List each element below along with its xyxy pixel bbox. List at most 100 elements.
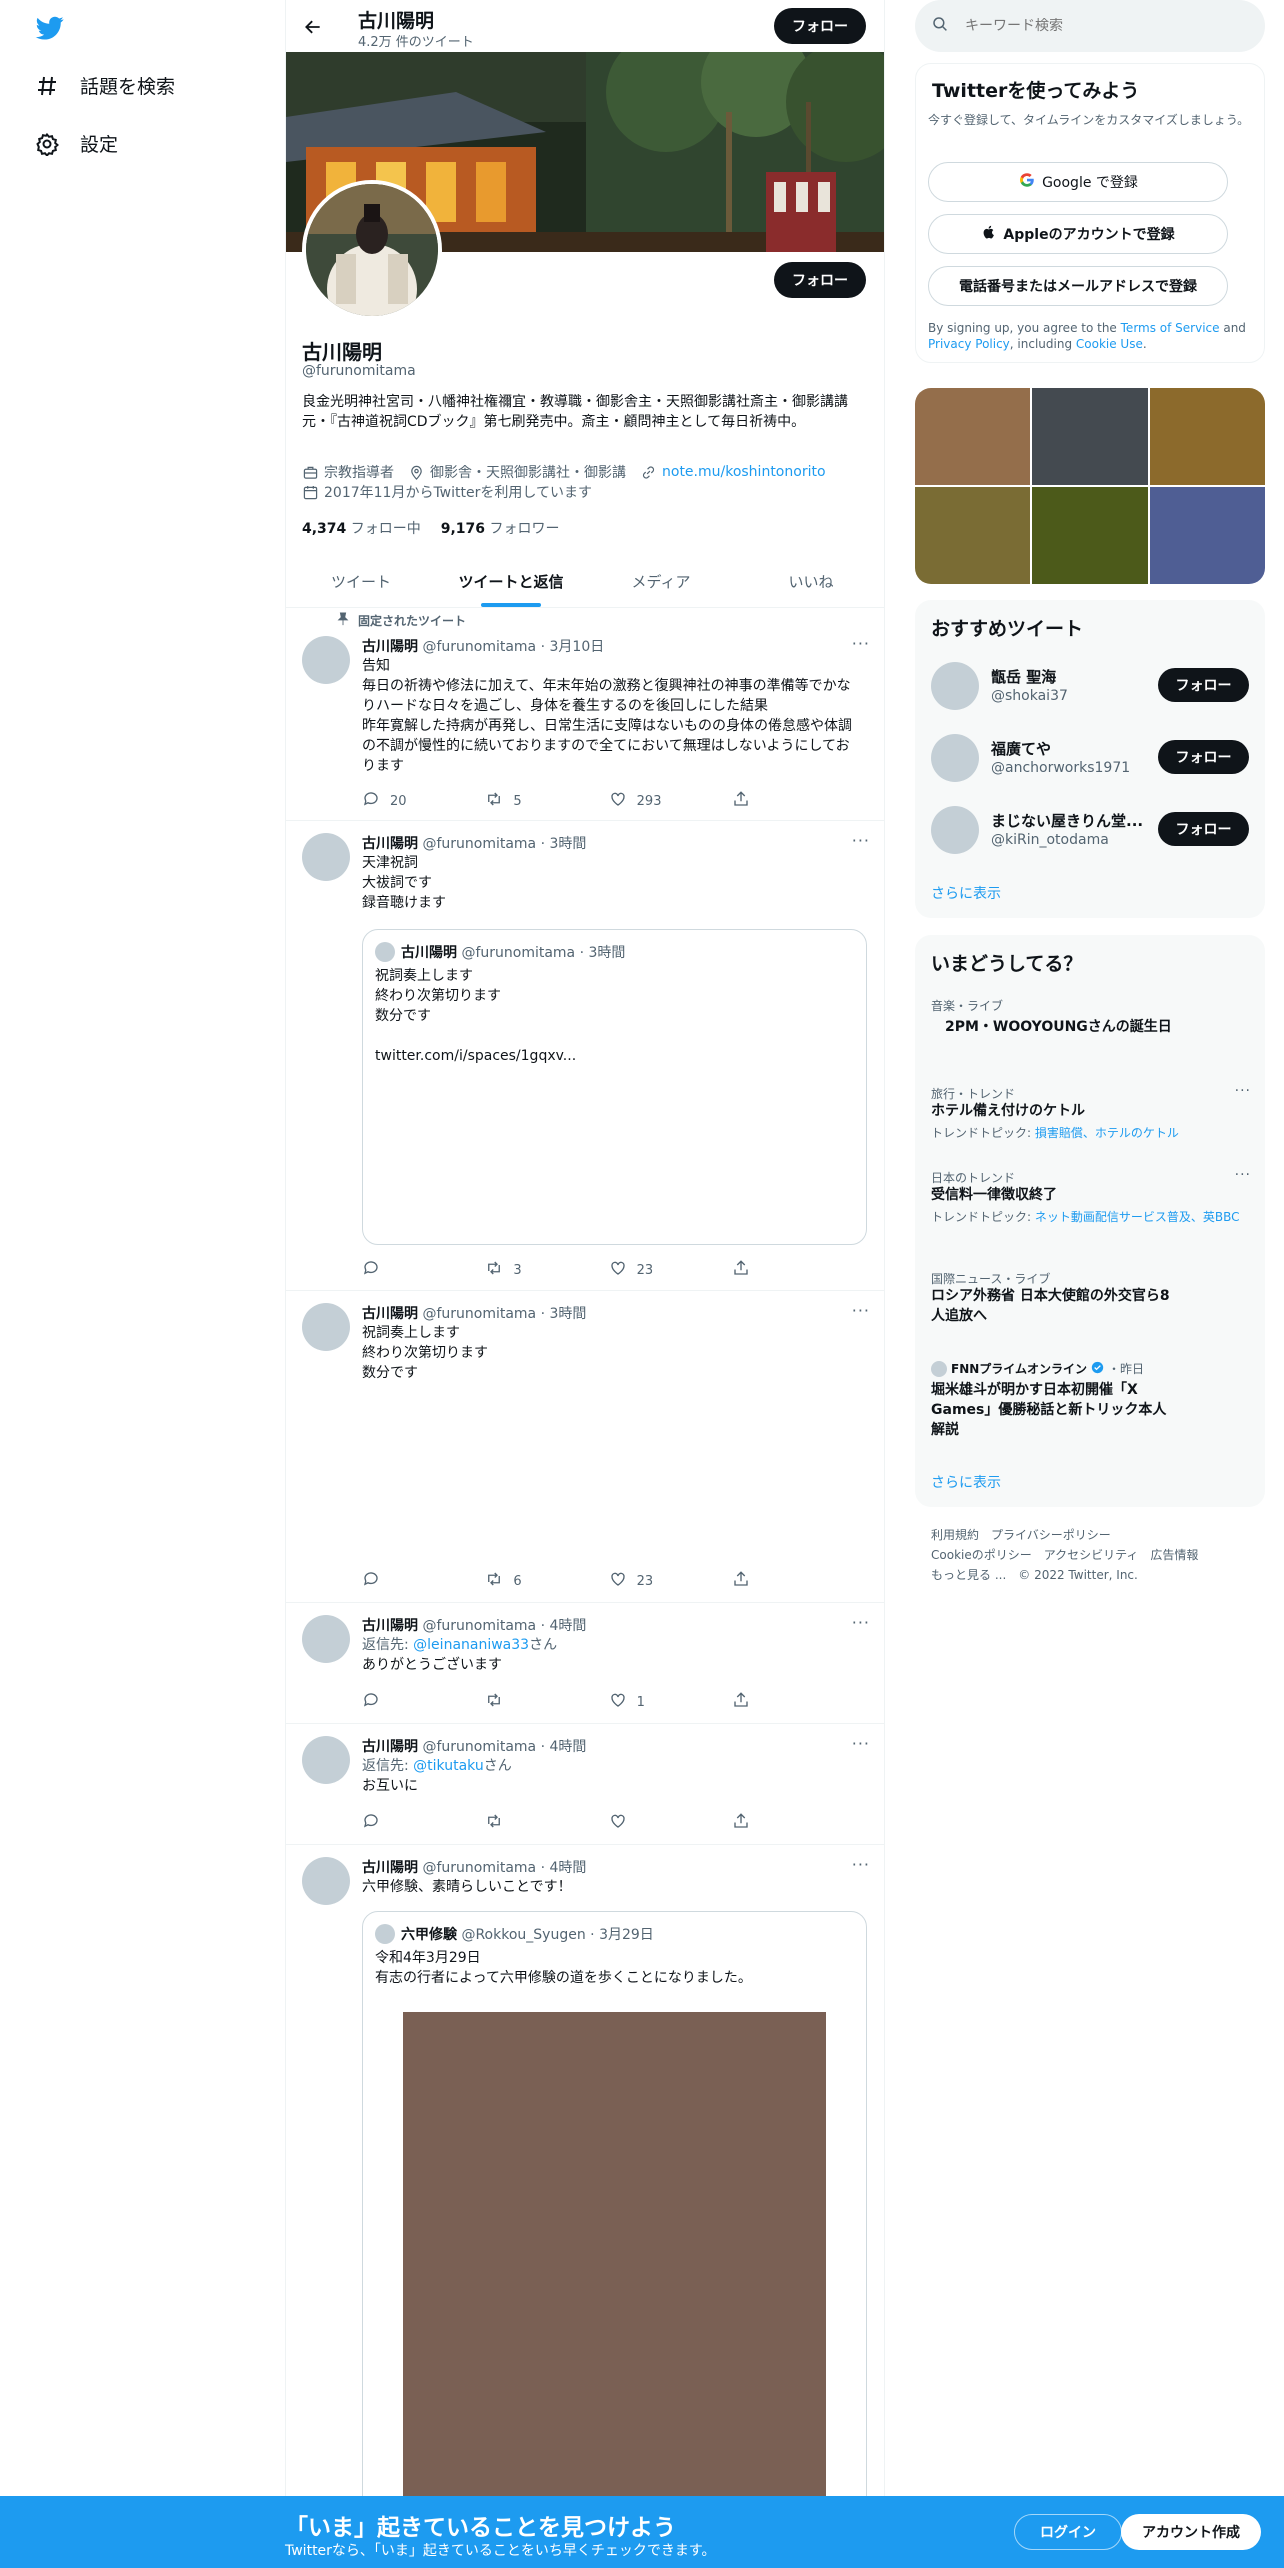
tweet-avatar[interactable] <box>302 1303 350 1351</box>
header-follow-button[interactable]: フォロー <box>774 8 866 44</box>
more-icon[interactable]: ··· <box>852 1301 870 1320</box>
back-arrow-icon[interactable] <box>300 14 326 40</box>
footer-link[interactable]: 利用規約 <box>931 1528 979 1542</box>
media-thumb[interactable] <box>915 388 1031 485</box>
media-thumb[interactable] <box>1032 487 1148 584</box>
tab-likes[interactable]: いいね <box>736 555 884 607</box>
tweet[interactable]: 古川陽明 @furunomitama · 3時間 ··· 祝詞奏上します 終わり… <box>286 1291 884 1603</box>
reply-to-link[interactable]: @leinananiwa33 <box>413 1637 529 1653</box>
more-icon[interactable]: ··· <box>852 831 870 850</box>
recommended-user[interactable]: 甑岳 聖海 @shokai37 フォロー <box>915 650 1265 722</box>
reply-to-line: 返信先: @tikutakuさん <box>362 1758 512 1774</box>
share-button[interactable] <box>732 1259 792 1281</box>
tweet-avatar[interactable] <box>302 1615 350 1663</box>
media-thumb[interactable] <box>915 487 1031 584</box>
more-icon[interactable]: ··· <box>1235 1167 1251 1183</box>
trend-item[interactable]: FNNプライムオンライン ・昨日 堀米雄斗が明かす日本初開催「X Games」優… <box>915 1360 1265 1450</box>
following-stat[interactable]: 4,374 フォロー中 <box>302 518 421 538</box>
retweet-button[interactable]: 6 <box>485 1570 545 1592</box>
follow-button[interactable]: フォロー <box>1158 812 1249 846</box>
retweet-button[interactable]: 3 <box>485 1259 545 1281</box>
privacy-link[interactable]: Privacy Policy <box>928 337 1010 351</box>
tweet-avatar[interactable] <box>302 833 350 881</box>
quoted-tweet[interactable]: 古川陽明 @furunomitama · 3時間 祝詞奏上します 終わり次第切り… <box>362 929 867 1245</box>
terms-link[interactable]: Terms of Service <box>1121 321 1220 335</box>
footer-link[interactable]: アクセシビリティ <box>1044 1548 1139 1562</box>
trend-item[interactable]: 旅行・トレンド ··· ホテル備え付けのケトル トレンドトピック: 損害賠償、ホ… <box>915 1083 1265 1165</box>
reply-button[interactable]: 20 <box>362 790 422 812</box>
tweet-reply[interactable]: 古川陽明 @furunomitama · 4時間 ··· 返信先: @leina… <box>286 1603 884 1724</box>
show-more-link[interactable]: さらに表示 <box>931 883 1001 903</box>
share-button[interactable] <box>732 790 792 812</box>
like-button[interactable]: 1 <box>609 1691 669 1713</box>
login-button[interactable]: ログイン <box>1014 2514 1122 2550</box>
tab-tweets[interactable]: ツイート <box>286 555 436 607</box>
phone-email-signup-button[interactable]: 電話番号またはメールアドレスで登録 <box>928 266 1228 306</box>
media-thumb[interactable] <box>1032 388 1148 485</box>
like-button[interactable]: 293 <box>609 790 669 812</box>
media-thumb[interactable] <box>1149 487 1265 584</box>
like-button[interactable]: 23 <box>609 1570 669 1592</box>
share-button[interactable] <box>732 1570 792 1592</box>
more-icon[interactable]: ··· <box>852 1613 870 1632</box>
reply-to-link[interactable]: @tikutaku <box>413 1758 484 1774</box>
trend-item[interactable]: 日本のトレンド ··· 受信料一律徴収終了 トレンドトピック: ネット動画配信サ… <box>915 1167 1265 1259</box>
avatar[interactable] <box>931 734 979 782</box>
tweet[interactable]: 古川陽明 @furunomitama · 3時間 ··· 天津祝詞 大祓詞です … <box>286 821 884 1291</box>
right-sidebar: Twitterを使ってみよう 今すぐ登録して、タイムラインをカスタマイズしましょ… <box>915 0 1265 2568</box>
followers-stat[interactable]: 9,176 フォロワー <box>441 518 560 538</box>
share-button[interactable] <box>732 1812 792 1834</box>
reply-button[interactable] <box>362 1259 422 1281</box>
more-icon[interactable]: ··· <box>852 1855 870 1874</box>
heart-icon <box>609 1570 627 1592</box>
tweet-reply[interactable]: 古川陽明 @furunomitama · 4時間 ··· 返信先: @tikut… <box>286 1724 884 1845</box>
share-button[interactable] <box>732 1691 792 1713</box>
tab-media[interactable]: メディア <box>586 555 736 607</box>
cookie-link[interactable]: Cookie Use <box>1076 337 1143 351</box>
more-icon[interactable]: ··· <box>1235 1083 1251 1099</box>
apple-signup-button[interactable]: Appleのアカウントで登録 <box>928 214 1228 254</box>
google-signup-button[interactable]: Google で登録 <box>928 162 1228 202</box>
quote-media-image[interactable] <box>403 2012 826 2568</box>
retweet-button[interactable]: 5 <box>485 790 545 812</box>
follow-button[interactable]: フォロー <box>1158 668 1249 702</box>
recommended-user[interactable]: 福廣てや @anchorworks1971 フォロー <box>915 722 1265 794</box>
tweet[interactable]: 古川陽明 @furunomitama · 4時間 ··· 六甲修験、素晴らしいこ… <box>286 1845 884 2568</box>
footer-link[interactable]: Cookieのポリシー <box>931 1548 1032 1562</box>
profile-avatar[interactable] <box>302 180 442 320</box>
tweet-avatar[interactable] <box>302 1736 350 1784</box>
tweet-pinned[interactable]: 古川陽明 @furunomitama · 3月10日 ··· 告知 毎日の祈祷や… <box>286 608 884 821</box>
trend-title[interactable]: 2PM・WOOYOUNGさんの誕生日 <box>931 1017 1181 1037</box>
profile-url-link[interactable]: note.mu/koshintonorito <box>662 464 826 480</box>
like-button[interactable] <box>609 1812 669 1834</box>
profile-follow-button[interactable]: フォロー <box>774 262 866 298</box>
twitter-logo-icon[interactable] <box>34 14 66 42</box>
like-button[interactable]: 23 <box>609 1259 669 1281</box>
follow-button[interactable]: フォロー <box>1158 740 1249 774</box>
media-thumb[interactable] <box>1149 388 1265 485</box>
quoted-tweet[interactable]: 六甲修験 @Rokkou_Syugen · 3月29日 令和4年3月29日 有志… <box>362 1911 867 2568</box>
recommended-user[interactable]: まじない屋きりん堂... @kiRin_otodama フォロー <box>915 794 1265 866</box>
show-more-link[interactable]: さらに表示 <box>931 1472 1001 1492</box>
nav-explore[interactable]: 話題を検索 <box>34 72 175 99</box>
search-input[interactable] <box>965 18 1235 34</box>
footer-link[interactable]: 広告情報 <box>1150 1548 1198 1562</box>
tweet-avatar[interactable] <box>302 636 350 684</box>
retweet-button[interactable] <box>485 1691 545 1713</box>
footer-link[interactable]: プライバシーポリシー <box>991 1528 1111 1542</box>
create-account-button[interactable]: アカウント作成 <box>1121 2514 1261 2550</box>
reply-button[interactable] <box>362 1570 422 1592</box>
search-bar[interactable] <box>915 0 1265 52</box>
avatar[interactable] <box>931 662 979 710</box>
trend-item[interactable]: 国際ニュース・ライブ ロシア外務省 日本大使館の外交官ら8人追放へ <box>915 1270 1265 1340</box>
tab-tweets-and-replies[interactable]: ツイートと返信 <box>436 555 586 607</box>
more-icon[interactable]: ··· <box>852 1734 870 1753</box>
reply-button[interactable] <box>362 1691 422 1713</box>
avatar[interactable] <box>931 806 979 854</box>
footer-link[interactable]: もっと見る ... <box>931 1568 1006 1582</box>
reply-button[interactable] <box>362 1812 422 1834</box>
nav-settings[interactable]: 設定 <box>34 130 118 157</box>
more-icon[interactable]: ··· <box>852 634 870 653</box>
tweet-avatar[interactable] <box>302 1857 350 1905</box>
retweet-button[interactable] <box>485 1812 545 1834</box>
